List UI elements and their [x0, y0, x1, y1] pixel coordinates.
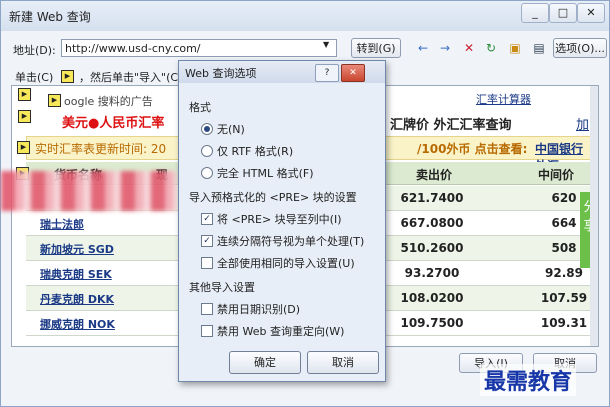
disable-date-checkbox[interactable] [201, 303, 213, 315]
mid-value: 92.89 [545, 266, 583, 280]
maximize-button[interactable]: □ [549, 3, 577, 23]
format-rtf-radio[interactable] [201, 145, 213, 157]
currency-link[interactable]: 挪威克朗 NOK [40, 316, 115, 332]
help-button[interactable]: ? [315, 64, 339, 82]
redacted-area [1, 171, 177, 211]
close-button[interactable]: ✕ [577, 3, 605, 23]
select-arrow-icon[interactable]: ▶ [61, 70, 74, 83]
ad-select-arrow-icon[interactable]: ▶ [48, 94, 61, 107]
address-input[interactable]: http://www.usd-cny.com/ [61, 39, 337, 57]
update-select-arrow-icon[interactable]: ▶ [17, 141, 30, 154]
dialog-close-button[interactable]: ✕ [341, 64, 365, 82]
other-group-label: 其他导入设置 [189, 281, 255, 294]
title-bar: 新建 Web 查询 _ □ ✕ [1, 1, 609, 31]
pre-to-columns-checkbox[interactable]: ✓ [201, 213, 213, 225]
mid-value: 109.31 [540, 316, 588, 330]
sell-value: 93.2700 [404, 266, 460, 280]
instruction-line: 单击(C) ▶ ，然后单击"导入"(C [15, 69, 195, 84]
currency-link[interactable]: 丹麦克朗 DKK [40, 291, 114, 307]
same-settings-label: 全部使用相同的导入设置(U) [217, 257, 355, 270]
sell-value: 108.0200 [400, 291, 464, 305]
table-select-arrow-icon[interactable]: ▶ [18, 88, 31, 101]
icons-icon[interactable]: ▤ [531, 40, 547, 56]
minimize-button[interactable]: _ [521, 3, 549, 23]
consecutive-delimiters-label: 连续分隔符号视为单个处理(T) [217, 235, 365, 248]
ad-text: oogle 搜料的广告 [64, 95, 153, 108]
dialog-cancel-button[interactable]: 取消 [307, 351, 379, 374]
disable-redirect-label: 禁用 Web 查询重定向(W) [217, 325, 345, 338]
disable-date-label: 禁用日期识别(D) [217, 303, 301, 316]
back-icon[interactable]: ← [415, 40, 431, 56]
address-bar: 地址(D): http://www.usd-cny.com/ ▼ 转到(G) ←… [1, 35, 609, 61]
update-text: 实时汇率表更新时间: 20 [35, 142, 167, 156]
dialog-title-bar: Web 查询选项 ? ✕ [179, 61, 385, 83]
mid-value: 107.59 [540, 291, 588, 305]
sell-value: 510.2600 [400, 241, 464, 255]
add-link[interactable]: 加 [576, 114, 589, 133]
format-group-label: 格式 [189, 101, 211, 114]
stop-icon[interactable]: ✕ [461, 40, 477, 56]
col-sell: 卖出价 [416, 168, 453, 182]
currency-link[interactable]: 瑞典克朗 SEK [40, 266, 112, 282]
format-rtf-label: 仅 RTF 格式(R) [217, 145, 294, 158]
consecutive-delimiters-checkbox[interactable]: ✓ [201, 235, 213, 247]
heading-select-arrow-icon[interactable]: ▶ [18, 110, 31, 123]
col-mid: 中间价 [538, 168, 575, 182]
vertical-scrollbar[interactable] [590, 86, 598, 346]
pre-group-label: 导入预格式化的 <PRE> 块的设置 [189, 191, 357, 204]
calc-link[interactable]: 汇率计算器 [476, 91, 531, 107]
heading-red: 美元●人民币汇率 [62, 116, 165, 131]
format-none-label: 无(N) [217, 123, 245, 136]
heading-right: 汇牌价 外汇汇率查询 [390, 118, 512, 133]
instruction-text-a: 单击(C) [15, 71, 54, 84]
format-html-label: 完全 HTML 格式(F) [217, 167, 314, 180]
format-html-radio[interactable] [201, 167, 213, 179]
pre-to-columns-label: 将 <PRE> 块导至列中(I) [217, 213, 342, 226]
disable-redirect-checkbox[interactable] [201, 325, 213, 337]
refresh-icon[interactable]: ↻ [483, 40, 499, 56]
go-button[interactable]: 转到(G) [351, 38, 401, 58]
ok-button[interactable]: 确定 [229, 351, 301, 374]
options-button[interactable]: 选项(O)... [553, 38, 607, 58]
dialog-title: Web 查询选项 [185, 67, 257, 80]
update-mid: /100外币 点击查看: [417, 142, 528, 156]
currency-link[interactable]: 瑞士法郎 [40, 216, 84, 232]
same-settings-checkbox[interactable] [201, 257, 213, 269]
watermark-text: 最需教育 [480, 364, 577, 396]
address-label: 地址(D): [13, 44, 56, 57]
save-query-icon[interactable]: ▣ [507, 40, 523, 56]
window-title: 新建 Web 查询 [9, 10, 91, 24]
sell-value: 667.0800 [400, 216, 464, 230]
forward-icon[interactable]: → [437, 40, 453, 56]
format-none-radio[interactable] [201, 123, 213, 135]
currency-link[interactable]: 新加坡元 SGD [40, 241, 114, 257]
address-dropdown-icon[interactable]: ▼ [323, 40, 329, 49]
sell-value: 109.7500 [400, 316, 464, 330]
sell-value: 621.7400 [400, 191, 464, 205]
instruction-text-b: ，然后单击"导入"(C [79, 71, 179, 84]
web-query-options-dialog: Web 查询选项 ? ✕ 格式 无(N) 仅 RTF 格式(R) 完全 HTML… [178, 60, 386, 382]
